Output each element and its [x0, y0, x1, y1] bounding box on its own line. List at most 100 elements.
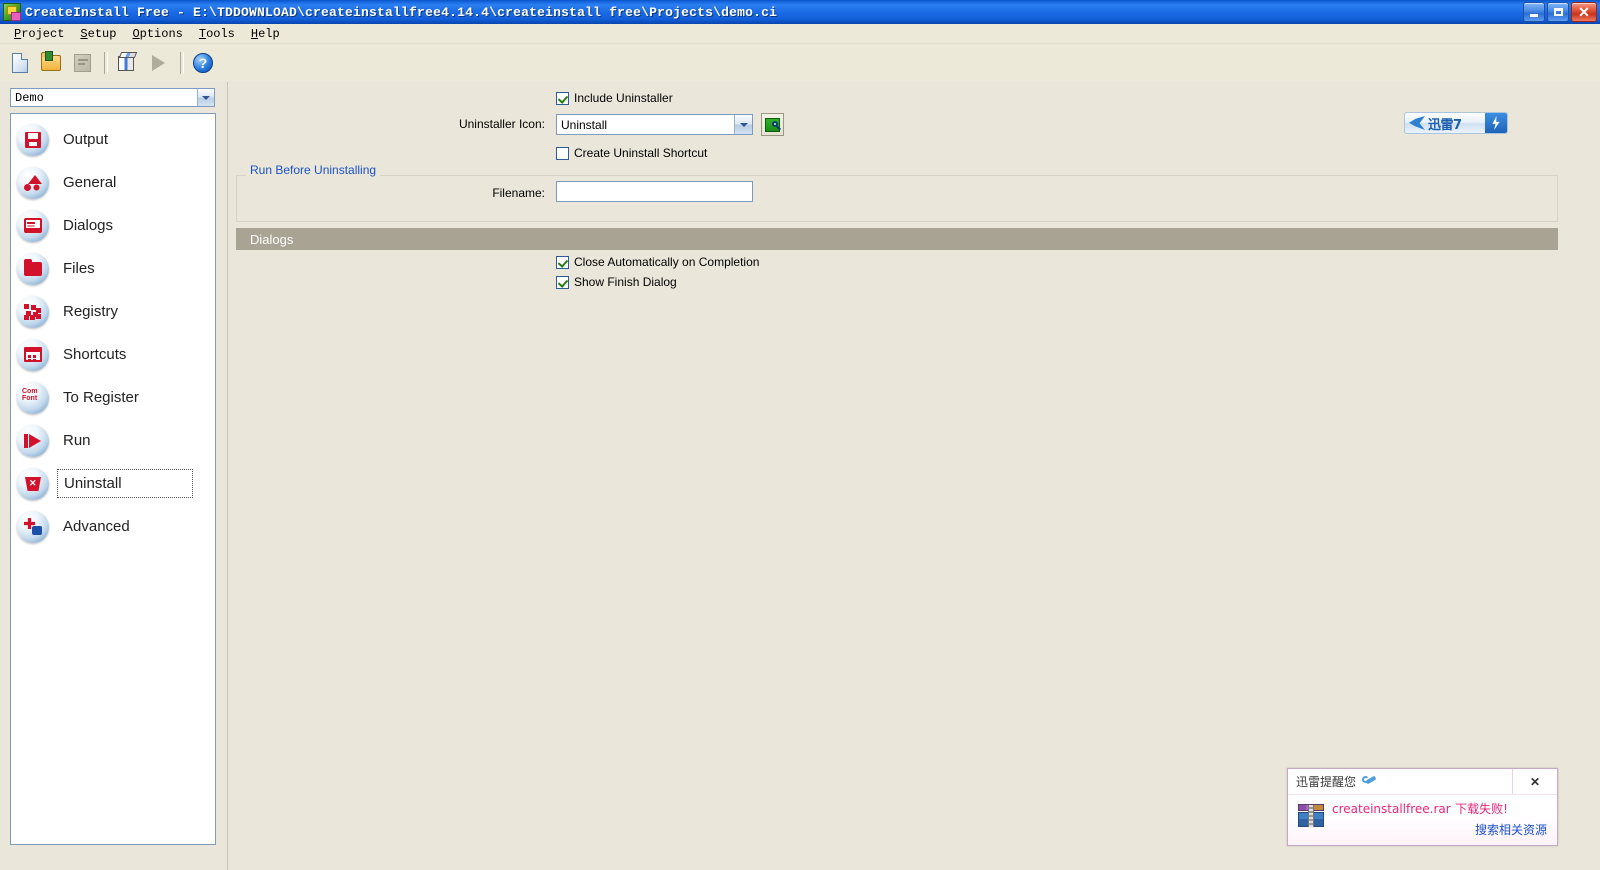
- include-uninstaller-checkbox[interactable]: [556, 91, 569, 105]
- sidebar-item-to-register[interactable]: Com Font To Register: [11, 376, 215, 419]
- sidebar-item-label: To Register: [63, 389, 139, 406]
- run-icon: [151, 55, 165, 71]
- close-automatically-checkbox[interactable]: [556, 255, 569, 269]
- save-project-button: [68, 49, 96, 77]
- dialogs-section-header: Dialogs: [236, 228, 1558, 250]
- help-button[interactable]: ?: [189, 49, 217, 77]
- close-icon: ✕: [1578, 4, 1590, 20]
- sidebar-item-run[interactable]: Run: [11, 419, 215, 462]
- sidebar-item-general[interactable]: General: [11, 161, 215, 204]
- show-finish-dialog-checkbox-row[interactable]: Show Finish Dialog: [556, 275, 677, 289]
- close-automatically-label: Close Automatically on Completion: [574, 255, 760, 269]
- toolbar-separator-1: [104, 52, 108, 74]
- uninstaller-icon-label: Uninstaller Icon:: [458, 117, 545, 131]
- toolbar: ?: [0, 45, 1600, 81]
- sidebar-item-label: Advanced: [63, 518, 130, 535]
- search-related-resources-link[interactable]: 搜索相关资源: [1475, 821, 1547, 838]
- sidebar-item-label: Uninstall: [57, 469, 193, 498]
- toolbar-separator-2: [180, 52, 184, 74]
- create-uninstall-shortcut-checkbox-row[interactable]: Create Uninstall Shortcut: [556, 146, 707, 160]
- include-uninstaller-checkbox-row[interactable]: Include Uninstaller: [556, 91, 673, 105]
- title-bar: CreateInstall Free - E:\TDDOWNLOAD\creat…: [0, 0, 1600, 24]
- sidebar-item-label: Dialogs: [63, 217, 114, 234]
- minimize-button[interactable]: [1523, 2, 1545, 22]
- include-uninstaller-label: Include Uninstaller: [574, 91, 673, 105]
- build-package-icon: [117, 53, 137, 73]
- menu-label-help: elp: [258, 26, 280, 41]
- notification-header: 迅雷提醒您 ✕: [1288, 769, 1557, 795]
- new-project-button[interactable]: [6, 49, 34, 77]
- uninstall-icon: [17, 467, 49, 500]
- sidebar-item-output[interactable]: Output: [11, 118, 215, 161]
- menu-item-setup[interactable]: Setup: [72, 26, 124, 42]
- show-finish-dialog-checkbox[interactable]: [556, 275, 569, 289]
- menu-bar: Project Setup Options Tools Help: [0, 24, 1600, 44]
- save-project-icon: [73, 54, 91, 72]
- sidebar-item-shortcuts[interactable]: Shortcuts: [11, 333, 215, 376]
- menu-item-options[interactable]: Options: [124, 26, 190, 42]
- help-icon: ?: [193, 53, 213, 73]
- menu-label-options: ptions: [139, 26, 183, 41]
- window-controls: ✕: [1523, 2, 1597, 22]
- dialogs-section-title: Dialogs: [250, 231, 294, 247]
- menu-label-tools: ools: [206, 26, 235, 41]
- sidebar-item-files[interactable]: Files: [11, 247, 215, 290]
- sidebar-item-uninstall[interactable]: Uninstall: [11, 462, 215, 505]
- com-font-icon: Com Font: [17, 381, 49, 414]
- notification-status: 下载失败!: [1455, 802, 1508, 816]
- build-package-button[interactable]: [113, 49, 141, 77]
- app-icon: [3, 3, 21, 21]
- notification-close-button[interactable]: ✕: [1512, 769, 1557, 794]
- browse-preview-icon: [765, 117, 780, 132]
- project-selector-arrow[interactable]: [197, 89, 214, 106]
- lightning-bolt-icon: [1485, 113, 1507, 133]
- rar-archive-icon: [1298, 804, 1324, 828]
- sidebar-item-dialogs[interactable]: Dialogs: [11, 204, 215, 247]
- application-window: CreateInstall Free - E:\TDDOWNLOAD\creat…: [0, 0, 1600, 870]
- sidebar-item-registry[interactable]: Registry: [11, 290, 215, 333]
- close-button[interactable]: ✕: [1571, 2, 1597, 22]
- sidebar-item-label: Registry: [63, 303, 119, 320]
- menu-item-help[interactable]: Help: [243, 26, 288, 42]
- open-project-icon: [41, 51, 61, 71]
- folder-icon: [17, 252, 49, 285]
- registry-icon: [17, 295, 49, 328]
- window-title: CreateInstall Free - E:\TDDOWNLOAD\creat…: [25, 4, 778, 20]
- minimize-icon: [1530, 13, 1538, 17]
- sidebar-item-label: Shortcuts: [63, 346, 127, 363]
- uninstaller-icon-select[interactable]: Uninstall: [556, 114, 753, 135]
- restore-icon: [1553, 8, 1563, 16]
- filename-input[interactable]: [556, 181, 753, 202]
- open-project-button[interactable]: [37, 49, 65, 77]
- uninstaller-icon-value: Uninstall: [561, 117, 608, 132]
- advanced-icon: [17, 510, 49, 543]
- wrench-icon[interactable]: [1362, 775, 1376, 788]
- menu-item-project[interactable]: Project: [6, 26, 72, 42]
- notification-filename: createinstallfree.rar: [1332, 802, 1451, 816]
- com-font-icon-text-top: Com: [22, 387, 38, 395]
- close-automatically-checkbox-row[interactable]: Close Automatically on Completion: [556, 255, 759, 269]
- run-button: [144, 49, 172, 77]
- xunlei-bird-icon: [1409, 116, 1425, 130]
- xunlei-badge[interactable]: 迅雷7: [1404, 112, 1508, 134]
- filename-label: Filename:: [492, 186, 545, 200]
- floppy-disk-icon: [17, 123, 49, 156]
- menu-item-tools[interactable]: Tools: [191, 26, 243, 42]
- uninstaller-icon-select-arrow[interactable]: [734, 115, 752, 134]
- chevron-down-icon: [739, 122, 748, 127]
- restore-button[interactable]: [1547, 2, 1569, 22]
- notification-header-text: 迅雷提醒您: [1296, 775, 1357, 789]
- uninstaller-icon-browse-button[interactable]: [761, 113, 784, 136]
- menu-label-project: roject: [21, 26, 65, 41]
- menu-label-setup: etup: [87, 26, 117, 41]
- create-uninstall-shortcut-checkbox[interactable]: [556, 146, 569, 160]
- sidebar-nav-list: Output General Dialogs Files Registry Sh…: [10, 113, 216, 845]
- sidebar-item-advanced[interactable]: Advanced: [11, 505, 215, 548]
- play-icon: [17, 424, 49, 457]
- sidebar-item-label: General: [63, 174, 117, 191]
- new-project-icon: [12, 53, 28, 73]
- project-selector[interactable]: Demo: [10, 88, 215, 107]
- create-uninstall-shortcut-label: Create Uninstall Shortcut: [574, 146, 708, 160]
- show-finish-dialog-label: Show Finish Dialog: [574, 275, 677, 289]
- sidebar-item-label: Run: [63, 432, 91, 449]
